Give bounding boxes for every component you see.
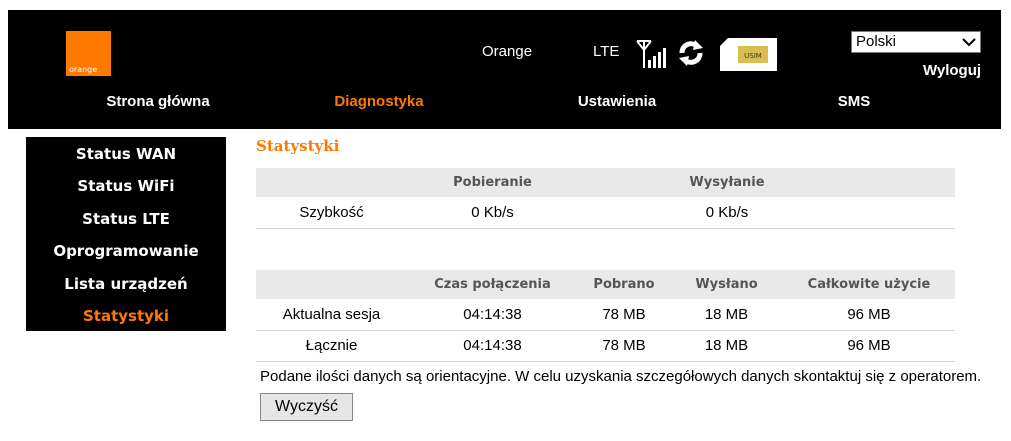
chevron-down-icon [962, 38, 976, 47]
sim-card-icon: USIM [720, 38, 777, 71]
table-cell: 0 Kb/s [471, 203, 514, 221]
nav-item-sms[interactable]: SMS [754, 93, 954, 110]
table-header-row: Czas połączenia Pobrano Wysłano Całkowit… [256, 270, 955, 299]
sidebar-item-device-list[interactable]: Lista urządzeń [26, 275, 226, 293]
table-cell: 18 MB [704, 305, 749, 323]
nav-item-diagnostics[interactable]: Diagnostyka [279, 93, 479, 110]
table-row: Aktualna sesja 04:14:38 78 MB 18 MB 96 M… [256, 299, 955, 330]
table-row: Szybkość 0 Kb/s 0 Kb/s [256, 197, 955, 228]
nav-item-home[interactable]: Strona główna [58, 93, 258, 110]
speed-table: Pobieranie Wysyłanie Szybkość 0 Kb/s 0 K… [256, 168, 955, 229]
row-label: Szybkość [299, 203, 364, 221]
column-header: Wysłano [695, 277, 758, 292]
column-header [256, 168, 407, 197]
orange-logo[interactable]: orange [66, 31, 111, 76]
column-header [256, 270, 407, 299]
row-label: Aktualna sesja [282, 305, 381, 323]
table-cell: 04:14:38 [463, 337, 522, 354]
table-cell [876, 197, 955, 228]
disclaimer-note: Podane ilości danych są orientacyjne. W … [260, 368, 982, 385]
page-title: Statystyki [256, 137, 340, 155]
usage-table: Czas połączenia Pobrano Wysłano Całkowit… [256, 270, 955, 362]
logout-link[interactable]: Wyloguj [923, 62, 981, 79]
sidebar-item-status-lte[interactable]: Status LTE [26, 210, 226, 228]
network-type: LTE [593, 43, 620, 60]
logo-text: orange [69, 65, 98, 74]
sidebar: Status WAN Status WiFi Status LTE Oprogr… [26, 137, 226, 331]
column-header: Czas połączenia [434, 277, 551, 292]
table-cell: 78 MB [602, 305, 646, 323]
table-cell: 18 MB [704, 337, 749, 354]
sidebar-item-firmware[interactable]: Oprogramowanie [26, 242, 226, 260]
column-header: Wysyłanie [689, 175, 765, 190]
column-header: Całkowite użycie [807, 277, 931, 292]
column-header: Pobieranie [453, 175, 532, 190]
clear-button[interactable]: Wyczyść [260, 393, 353, 421]
sidebar-item-status-wifi[interactable]: Status WiFi [26, 177, 226, 195]
table-cell: 96 MB [847, 305, 891, 323]
table-cell: 04:14:38 [463, 305, 522, 323]
table-cell: 0 Kb/s [705, 203, 749, 221]
sim-label: USIM [744, 52, 762, 60]
table-row: Łącznie 04:14:38 78 MB 18 MB 96 MB [256, 330, 955, 361]
signal-icon [636, 40, 666, 68]
table-cell: 96 MB [847, 337, 891, 354]
sidebar-item-statistics[interactable]: Statystyki [26, 307, 226, 325]
header-bar: orange Orange LTE USIM Polski Wyloguj St… [8, 10, 1001, 129]
sidebar-item-status-wan[interactable]: Status WAN [26, 145, 226, 163]
nav-item-settings[interactable]: Ustawienia [517, 93, 717, 110]
language-value: Polski [856, 33, 897, 50]
table-cell: 78 MB [602, 337, 646, 354]
table-header-row: Pobieranie Wysyłanie [256, 168, 955, 197]
operator-name: Orange [482, 43, 533, 60]
refresh-icon[interactable] [676, 38, 706, 68]
row-label: Łącznie [305, 337, 358, 354]
column-header [876, 168, 955, 197]
column-header: Pobrano [593, 277, 655, 292]
language-select[interactable]: Polski [851, 31, 981, 53]
